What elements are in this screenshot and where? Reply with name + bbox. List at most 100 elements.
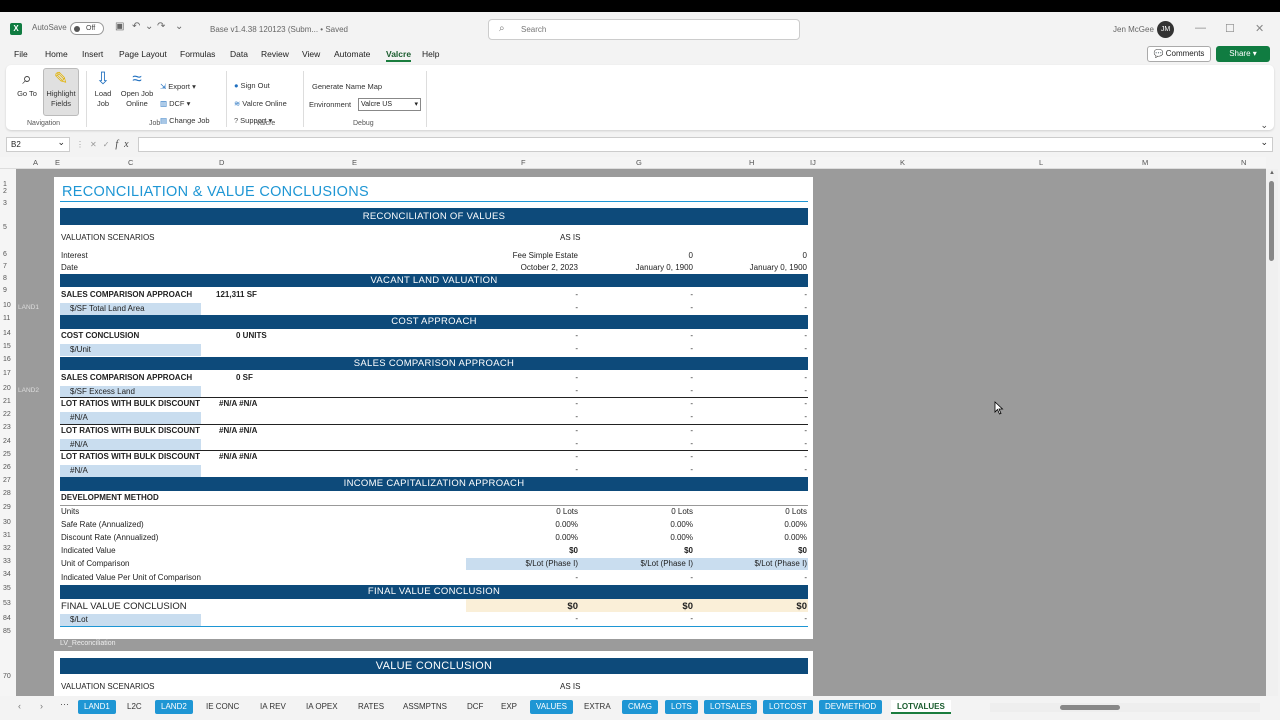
undo-dropdown-icon[interactable]: ⌄ bbox=[145, 21, 153, 32]
row-header[interactable]: 70 bbox=[3, 673, 11, 680]
redo-icon[interactable]: ↷ bbox=[157, 21, 165, 32]
tab-ie-conc[interactable]: IE CONC bbox=[200, 700, 245, 714]
scroll-up-icon[interactable]: ▲ bbox=[1269, 170, 1275, 176]
row-header[interactable]: 5 bbox=[3, 224, 7, 231]
row-header[interactable]: 14 bbox=[3, 330, 11, 337]
menu-formulas[interactable]: Formulas bbox=[180, 49, 215, 59]
vertical-scroll-thumb[interactable] bbox=[1269, 181, 1274, 261]
tab-ia-opex[interactable]: IA OPEX bbox=[300, 700, 344, 714]
row-header[interactable]: 3 bbox=[3, 200, 7, 207]
save-icon[interactable]: ▣ bbox=[115, 21, 124, 32]
row-header[interactable]: 85 bbox=[3, 628, 11, 635]
horizontal-scroll-thumb[interactable] bbox=[1060, 705, 1120, 710]
row-header[interactable]: 84 bbox=[3, 615, 11, 622]
tab-values[interactable]: VALUES bbox=[530, 700, 573, 714]
column-header[interactable]: IJ bbox=[810, 158, 816, 167]
insert-function-icon[interactable]: fx bbox=[115, 139, 134, 150]
row-header[interactable]: 17 bbox=[3, 370, 11, 377]
row-header[interactable]: 35 bbox=[3, 585, 11, 592]
row-header[interactable]: 6 bbox=[3, 251, 7, 258]
menu-data[interactable]: Data bbox=[230, 49, 248, 59]
tab-dcf[interactable]: DCF bbox=[461, 700, 489, 714]
change-job-button[interactable]: ▤ Change Job bbox=[160, 116, 210, 125]
tab-l2c[interactable]: L2C bbox=[121, 700, 148, 714]
menu-valcre[interactable]: Valcre bbox=[386, 49, 412, 62]
user-name[interactable]: Jen McGee bbox=[1113, 25, 1154, 34]
share-button[interactable]: Share ▾ bbox=[1216, 46, 1270, 62]
tab-ia-rev[interactable]: IA REV bbox=[254, 700, 292, 714]
row-header[interactable]: 20 bbox=[3, 385, 11, 392]
tab-extra[interactable]: EXTRA bbox=[578, 700, 617, 714]
avatar[interactable]: JM bbox=[1157, 21, 1174, 38]
column-header[interactable]: G bbox=[636, 158, 642, 167]
load-job-button[interactable]: ⇩ Load Job bbox=[91, 69, 115, 109]
column-header[interactable]: M bbox=[1142, 158, 1148, 167]
more-tabs-icon[interactable]: ⋯ bbox=[60, 699, 69, 710]
maximize-icon[interactable]: ☐ bbox=[1225, 22, 1235, 35]
menu-automate[interactable]: Automate bbox=[334, 49, 370, 59]
formula-input[interactable] bbox=[138, 137, 1273, 152]
row-header[interactable]: 11 bbox=[3, 315, 10, 322]
column-header[interactable]: E bbox=[352, 158, 357, 167]
menu-view[interactable]: View bbox=[302, 49, 320, 59]
tab-land1[interactable]: LAND1 bbox=[78, 700, 116, 714]
go-to-button[interactable]: ⌕ Go To bbox=[16, 69, 38, 99]
column-header[interactable]: N bbox=[1241, 158, 1246, 167]
row-header[interactable]: 15 bbox=[3, 343, 11, 350]
menu-review[interactable]: Review bbox=[261, 49, 289, 59]
row-header[interactable]: 27 bbox=[3, 477, 11, 484]
value-cell[interactable]: $/Lot (Phase I) bbox=[641, 559, 693, 568]
file-name[interactable]: Base v1.4.38 120123 (Subm... • Saved bbox=[210, 25, 348, 34]
tab-assmptns[interactable]: ASSMPTNS bbox=[397, 700, 453, 714]
menu-home[interactable]: Home bbox=[45, 49, 68, 59]
row-header[interactable]: 22 bbox=[3, 411, 11, 418]
menu-insert[interactable]: Insert bbox=[82, 49, 103, 59]
name-box[interactable]: B2 bbox=[6, 137, 70, 152]
column-header[interactable]: C bbox=[128, 158, 133, 167]
open-job-online-button[interactable]: ≈ Open Job Online bbox=[118, 69, 156, 109]
close-icon[interactable]: ✕ bbox=[1255, 22, 1264, 35]
row-header[interactable]: 16 bbox=[3, 356, 11, 363]
ribbon-collapse-icon[interactable]: ⌄ bbox=[1260, 120, 1268, 131]
autosave-toggle[interactable]: Off bbox=[70, 22, 104, 35]
export-button[interactable]: ⇲ Export ▾ bbox=[160, 82, 196, 91]
tab-devmethod[interactable]: DEVMETHOD bbox=[819, 700, 883, 714]
spreadsheet-grid[interactable]: LAND1 LAND2 RECONCILIATION & VALUE CONCL… bbox=[16, 169, 1266, 707]
row-header[interactable]: 30 bbox=[3, 519, 11, 526]
horizontal-scrollbar[interactable] bbox=[990, 703, 1260, 712]
row-header[interactable]: 8 bbox=[3, 275, 7, 282]
row-header[interactable]: 28 bbox=[3, 490, 11, 497]
row-header[interactable]: 32 bbox=[3, 545, 11, 552]
sign-out-button[interactable]: ● Sign Out bbox=[234, 81, 270, 90]
row-header[interactable]: 9 bbox=[3, 287, 7, 294]
row-header[interactable]: 53 bbox=[3, 600, 11, 607]
row-header[interactable]: 25 bbox=[3, 451, 11, 458]
tab-lotcost[interactable]: LOTCOST bbox=[763, 700, 813, 714]
menu-help[interactable]: Help bbox=[422, 49, 439, 59]
row-header[interactable]: 21 bbox=[3, 398, 11, 405]
row-header[interactable]: 24 bbox=[3, 438, 11, 445]
row-header[interactable]: 1 bbox=[3, 181, 7, 188]
valcre-online-button[interactable]: ≋ Valcre Online bbox=[234, 99, 287, 108]
row-header[interactable]: 26 bbox=[3, 464, 11, 471]
column-header[interactable]: E bbox=[55, 158, 60, 167]
generate-name-map-button[interactable]: Generate Name Map bbox=[312, 82, 382, 91]
search-box[interactable]: ⌕ Search bbox=[488, 19, 800, 40]
row-header[interactable]: 31 bbox=[3, 532, 11, 539]
row-header[interactable]: 23 bbox=[3, 424, 11, 431]
row-header[interactable]: 29 bbox=[3, 504, 11, 511]
tab-exp[interactable]: EXP bbox=[495, 700, 523, 714]
column-header[interactable]: F bbox=[521, 158, 526, 167]
column-header[interactable]: D bbox=[219, 158, 224, 167]
comments-button[interactable]: 💬 Comments bbox=[1147, 46, 1211, 62]
column-header[interactable]: L bbox=[1039, 158, 1043, 167]
cancel-icon[interactable]: ✕ bbox=[90, 140, 103, 149]
vertical-scrollbar[interactable]: ▲ ▼ bbox=[1266, 169, 1278, 707]
more-icon[interactable]: ⋮ bbox=[76, 140, 90, 149]
menu-file[interactable]: File bbox=[14, 49, 28, 59]
tab-lots[interactable]: LOTS bbox=[665, 700, 698, 714]
column-header[interactable]: H bbox=[749, 158, 754, 167]
enter-icon[interactable]: ✓ bbox=[103, 140, 116, 149]
row-header[interactable]: 2 bbox=[3, 188, 7, 195]
row-header[interactable]: 10 bbox=[3, 302, 11, 309]
